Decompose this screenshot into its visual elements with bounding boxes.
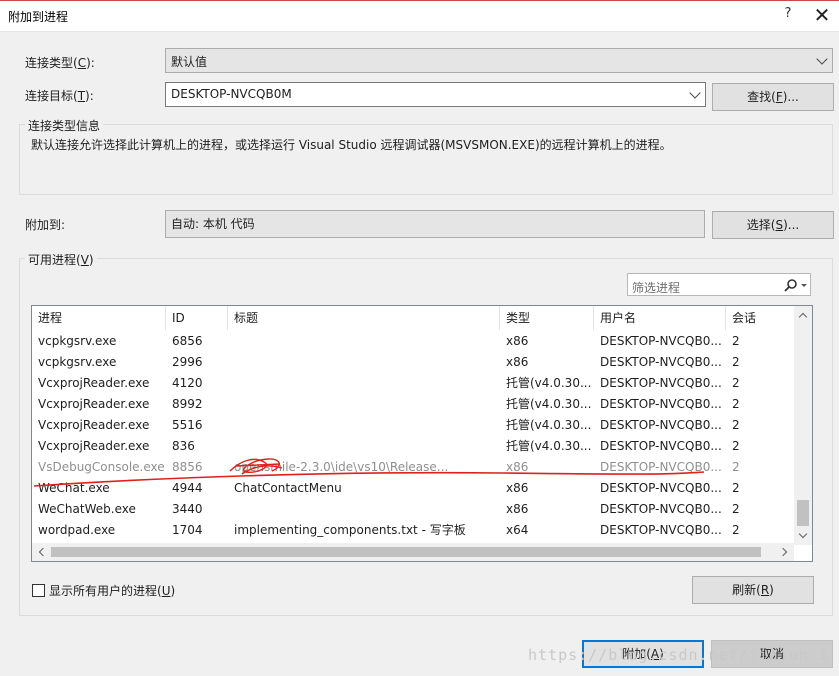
connection-type-label: 连接类型(C): [25, 56, 95, 70]
attach-to-label: 附加到: [25, 218, 66, 232]
search-icon[interactable] [784, 278, 808, 292]
refresh-button[interactable]: 刷新(R) [692, 576, 814, 604]
find-button[interactable]: 查找(F)... [712, 83, 834, 111]
attach-to-field: 自动: 本机 代码 [165, 210, 705, 238]
connection-target-combobox[interactable]: DESKTOP-NVCQB0M [165, 82, 706, 107]
filter-processes-input[interactable]: 筛选进程 [627, 273, 811, 296]
connection-target-value: DESKTOP-NVCQB0M [171, 87, 292, 101]
filter-placeholder: 筛选进程 [632, 281, 681, 295]
chevron-down-icon[interactable] [689, 87, 701, 99]
chevron-down-icon [816, 53, 828, 65]
vertical-scrollbar[interactable] [794, 306, 812, 545]
watermark-url: https://blog.csdn.net/jiajun_1 [528, 646, 829, 664]
show-all-users-checkbox[interactable] [32, 584, 45, 597]
show-all-users-label[interactable]: 显示所有用户的进程(U) [49, 582, 175, 599]
attach-to-value: 自动: 本机 代码 [171, 217, 255, 231]
title-bar: 附加到进程 ? ✕ [0, 0, 839, 32]
processes-group-title: 可用进程(V) [25, 251, 97, 268]
close-icon[interactable]: ✕ [812, 3, 832, 27]
vertical-scroll-thumb[interactable] [797, 500, 809, 526]
scroll-down-icon[interactable] [798, 529, 808, 539]
red-annotation-strike [33, 458, 705, 487]
connection-info-group [19, 124, 833, 195]
scroll-left-icon[interactable] [38, 547, 48, 557]
scroll-right-icon[interactable] [778, 547, 788, 557]
connection-info-title: 连接类型信息 [25, 117, 104, 134]
help-icon[interactable]: ? [778, 6, 798, 21]
connection-type-select[interactable]: 默认值 [165, 48, 833, 73]
connection-target-label: 连接目标(T): [25, 89, 94, 103]
connection-info-text: 默认连接允许选择此计算机上的进程，或选择运行 Visual Studio 远程调… [31, 138, 672, 152]
scroll-up-icon[interactable] [798, 312, 808, 322]
horizontal-scrollbar[interactable] [32, 543, 794, 561]
horizontal-scroll-thumb[interactable] [51, 547, 761, 557]
window-title: 附加到进程 [8, 10, 69, 24]
select-button[interactable]: 选择(S)... [712, 211, 834, 239]
connection-type-value: 默认值 [171, 55, 208, 69]
process-list[interactable]: 进程 ID 标题 类型 用户名 会话 vcpkgsrv.exe 6856 x86 DE… [31, 305, 813, 562]
